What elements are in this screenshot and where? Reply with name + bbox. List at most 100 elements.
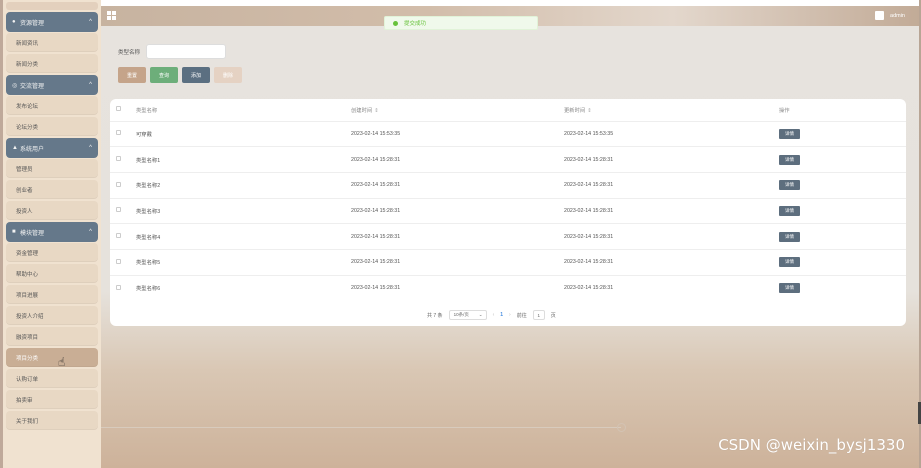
cell-name: 类型名称3 — [136, 197, 351, 224]
sidebar-group-label: 系统用户 — [20, 146, 45, 153]
total-count: 共 7 条 — [427, 312, 443, 319]
sidebar-item-investor[interactable]: 投资人 — [6, 201, 98, 220]
row-checkbox[interactable] — [116, 207, 121, 213]
table-row: 类型名称6 2023-02-14 15:28:31 2023-02-14 15:… — [110, 274, 906, 301]
header-updated[interactable]: 更新时间 ⇕ — [564, 99, 779, 121]
user-name: admin — [890, 12, 905, 19]
query-button[interactable]: 查询 — [150, 67, 178, 83]
main-content: 类型名称 重置 查询 添加 删除 类型名称 创建时间 ⇕ 更新时间 ⇕ 操作 可穿戴 — [101, 26, 919, 468]
add-button[interactable]: 添加 — [182, 67, 210, 83]
dot-icon: ● — [12, 19, 16, 25]
pagination: 共 7 条 10条/页 ⌄ ‹ 1 › 前往 1 页 — [427, 310, 562, 320]
sidebar-top-item[interactable] — [6, 2, 98, 10]
sidebar: ● 资源管理 ^ 新闻资讯 新闻分类 ◎ 交流管理 ^ 发布论坛 论坛分类 ▲ … — [0, 0, 101, 468]
cell-name: 类型名称4 — [136, 223, 351, 250]
user-menu[interactable]: admin — [875, 11, 905, 20]
sidebar-item-entrepreneur[interactable]: 创业者 — [6, 180, 98, 199]
prev-page-button[interactable]: ‹ — [493, 312, 495, 318]
chat-icon: ◎ — [12, 82, 18, 89]
table-row: 类型名称4 2023-02-14 15:28:31 2023-02-14 15:… — [110, 223, 906, 250]
sidebar-group-communication[interactable]: ◎ 交流管理 ^ — [6, 75, 98, 95]
cell-updated: 2023-02-14 15:28:31 — [564, 274, 779, 301]
row-checkbox[interactable] — [116, 156, 121, 162]
cell-created: 2023-02-14 15:28:31 — [351, 146, 564, 173]
sidebar-group-users[interactable]: ▲ 系统用户 ^ — [6, 138, 98, 158]
detail-button[interactable]: 详情 — [779, 257, 800, 268]
sort-icon[interactable]: ⇕ — [587, 108, 591, 114]
sidebar-item-forum[interactable]: 发布论坛 — [6, 96, 98, 115]
detail-button[interactable]: 详情 — [779, 154, 800, 165]
sidebar-item-help[interactable]: 帮助中心 — [6, 264, 98, 283]
table-row: 类型名称3 2023-02-14 15:28:31 2023-02-14 15:… — [110, 197, 906, 224]
select-all-checkbox[interactable] — [116, 106, 121, 112]
detail-button[interactable]: 详情 — [779, 205, 800, 216]
table-row: 类型名称2 2023-02-14 15:28:31 2023-02-14 15:… — [110, 171, 906, 199]
sort-icon[interactable]: ⇕ — [374, 108, 378, 114]
goto-label: 前往 — [516, 312, 527, 319]
detail-button[interactable]: 详情 — [779, 180, 800, 191]
detail-button[interactable]: 详情 — [779, 231, 800, 242]
detail-button[interactable]: 详情 — [779, 128, 800, 139]
table-row: 类型名称5 2023-02-14 15:28:31 2023-02-14 15:… — [110, 248, 906, 276]
sidebar-group-modules[interactable]: ■ 模块管理 ^ — [6, 222, 98, 242]
cell-updated: 2023-02-14 15:28:31 — [564, 171, 779, 199]
sidebar-group-label: 资源管理 — [20, 20, 45, 27]
chevron-up-icon: ^ — [89, 145, 92, 151]
row-checkbox[interactable] — [116, 181, 121, 187]
cell-created: 2023-02-14 15:28:31 — [351, 197, 564, 224]
chevron-up-icon: ^ — [89, 82, 92, 88]
delete-button[interactable]: 删除 — [214, 67, 242, 83]
success-toast: 提交成功 — [384, 16, 538, 30]
sidebar-item-auction[interactable]: 拍卖审 — [6, 390, 98, 409]
sidebar-item-news-category[interactable]: 新闻分类 — [6, 54, 98, 73]
cell-created: 2023-02-14 15:28:31 — [351, 274, 564, 301]
chevron-up-icon: ^ — [89, 19, 92, 25]
page-number[interactable]: 1 — [500, 312, 503, 318]
sidebar-item-orders[interactable]: 认购订单 — [6, 369, 98, 388]
header-action: 操作 — [779, 107, 790, 114]
row-checkbox[interactable] — [116, 130, 121, 136]
chevron-down-icon: ⌄ — [478, 312, 483, 317]
data-table: 类型名称 创建时间 ⇕ 更新时间 ⇕ 操作 可穿戴 2023-02-14 15:53… — [110, 99, 906, 326]
sidebar-group-resources[interactable]: ● 资源管理 ^ — [6, 12, 98, 32]
sidebar-item-financing[interactable]: 融资项目 — [6, 327, 98, 346]
sidebar-group-label: 模块管理 — [20, 230, 45, 237]
detail-button[interactable]: 详情 — [779, 283, 800, 294]
next-page-button[interactable]: › — [509, 312, 511, 318]
watermark: CSDN @weixin_bysj1330 — [718, 436, 905, 454]
sidebar-item-progress[interactable]: 项目进展 — [6, 285, 98, 304]
cell-updated: 2023-02-14 15:53:35 — [564, 120, 779, 147]
menu-grid-icon[interactable] — [107, 11, 116, 20]
avatar — [875, 11, 885, 20]
reset-button[interactable]: 重置 — [118, 67, 146, 83]
user-icon: ▲ — [12, 145, 18, 151]
cell-created: 2023-02-14 15:28:31 — [351, 171, 564, 199]
page-size-select[interactable]: 10条/页 ⌄ — [448, 310, 487, 320]
cell-name: 类型名称1 — [136, 146, 351, 173]
row-checkbox[interactable] — [116, 258, 121, 264]
sidebar-item-forum-category[interactable]: 论坛分类 — [6, 117, 98, 136]
cell-name: 类型名称6 — [136, 274, 351, 301]
cell-updated: 2023-02-14 15:28:31 — [564, 197, 779, 224]
type-name-input[interactable] — [146, 44, 227, 59]
cell-created: 2023-02-14 15:28:31 — [351, 248, 564, 276]
grid-icon: ■ — [12, 229, 16, 235]
slider-handle[interactable] — [617, 423, 626, 432]
row-checkbox[interactable] — [116, 284, 121, 290]
header-created[interactable]: 创建时间 ⇕ — [351, 99, 564, 121]
action-buttons: 重置 查询 添加 删除 — [118, 67, 246, 83]
cell-updated: 2023-02-14 15:28:31 — [564, 223, 779, 250]
sidebar-item-funds[interactable]: 资金管理 — [6, 243, 98, 262]
sidebar-item-news[interactable]: 新闻资讯 — [6, 33, 98, 52]
search-row: 类型名称 — [118, 44, 227, 59]
row-checkbox[interactable] — [116, 233, 121, 239]
sidebar-item-about[interactable]: 关于我们 — [6, 411, 98, 430]
goto-page-input[interactable]: 1 — [532, 310, 545, 320]
sidebar-item-investor-intro[interactable]: 投资人介绍 — [6, 306, 98, 325]
slider-track[interactable] — [101, 427, 621, 428]
cell-updated: 2023-02-14 15:28:31 — [564, 248, 779, 276]
page-suffix: 页 — [550, 312, 556, 319]
sidebar-item-project-category[interactable]: 项目分类 — [6, 348, 98, 367]
sidebar-item-admin[interactable]: 管理员 — [6, 159, 98, 178]
sidebar-group-label: 交流管理 — [20, 83, 45, 90]
